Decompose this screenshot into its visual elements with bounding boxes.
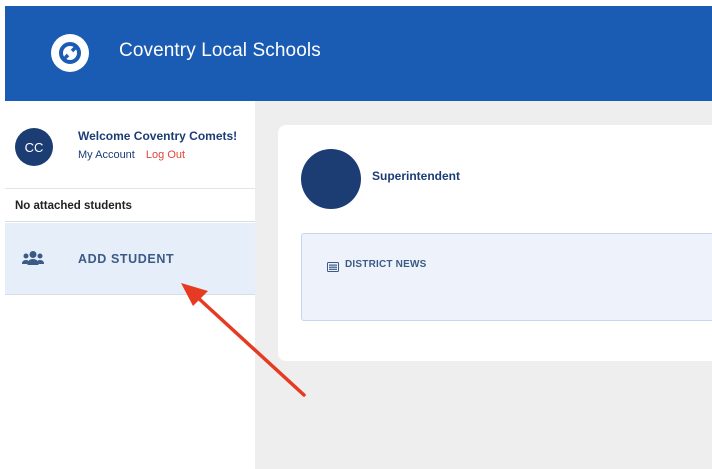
log-out-link[interactable]: Log Out xyxy=(146,149,185,161)
add-student-label: ADD STUDENT xyxy=(78,252,175,266)
profile-section: CC Welcome Coventry Comets! My Account L… xyxy=(5,101,255,189)
superintendent-avatar xyxy=(301,149,361,209)
avatar: CC xyxy=(15,128,53,166)
newspaper-icon xyxy=(327,259,339,272)
students-status: No attached students xyxy=(5,190,255,222)
app-title: Coventry Local Schools xyxy=(119,40,321,61)
district-news-panel[interactable]: DISTRICT NEWS xyxy=(301,233,712,321)
add-student-button[interactable]: ADD STUDENT xyxy=(5,223,255,295)
my-account-link[interactable]: My Account xyxy=(78,149,135,161)
superintendent-card: Superintendent DISTRICT NEWS xyxy=(278,125,712,361)
welcome-text: Welcome Coventry Comets! xyxy=(78,129,238,143)
sidebar: CC Welcome Coventry Comets! My Account L… xyxy=(5,101,255,469)
main-content: Superintendent DISTRICT NEWS xyxy=(255,101,712,469)
app-header: Coventry Local Schools xyxy=(5,6,712,101)
superintendent-title[interactable]: Superintendent xyxy=(372,169,460,183)
account-links: My Account Log Out xyxy=(78,149,185,161)
district-logo-icon[interactable] xyxy=(51,34,89,72)
users-group-icon xyxy=(22,250,44,266)
district-news-label: DISTRICT NEWS xyxy=(345,259,427,270)
